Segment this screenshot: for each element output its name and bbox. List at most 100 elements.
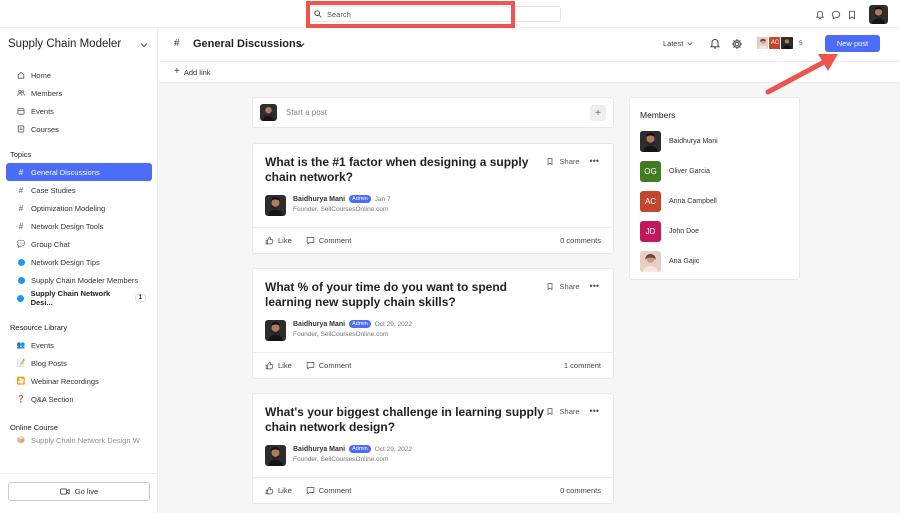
chevron-down-icon[interactable]: [140, 42, 148, 48]
bookmark-icon[interactable]: [847, 10, 857, 20]
sidebar-item-general-discussions[interactable]: # General Discussions: [6, 163, 152, 181]
share-button[interactable]: Share: [560, 407, 580, 416]
sidebar-item-modeler-members[interactable]: Supply Chain Modeler Members: [6, 271, 152, 289]
more-options-icon[interactable]: •••: [590, 281, 599, 291]
sidebar-item-label: Case Studies: [31, 185, 76, 195]
like-label: Like: [278, 361, 292, 370]
add-link-button[interactable]: Add link: [184, 68, 211, 77]
sidebar-item-home[interactable]: Home: [6, 66, 152, 84]
sidebar-item-resource-events[interactable]: 👥 Events: [6, 336, 152, 354]
memo-emoji-icon: 📝: [16, 360, 26, 367]
post-title[interactable]: What is the #1 factor when designing a s…: [265, 155, 550, 185]
author-role: Founder, SellCoursesOnline.com: [293, 331, 389, 338]
bell-icon[interactable]: [815, 10, 825, 20]
avatar: [640, 131, 661, 152]
sidebar-item-webinar-recordings[interactable]: 🎦 Webinar Recordings: [6, 372, 152, 390]
like-button[interactable]: Like: [265, 486, 292, 495]
start-post-composer[interactable]: Start a post +: [252, 97, 614, 128]
sidebar-main-nav: Home Members Events Courses: [0, 66, 158, 138]
chevron-down-icon[interactable]: [297, 42, 305, 48]
member-row[interactable]: Baidhurya Mani: [640, 131, 718, 152]
chat-icon[interactable]: [831, 10, 841, 20]
sidebar-item-network-design-tools[interactable]: # Network Design Tools: [6, 217, 152, 235]
avatar[interactable]: [265, 195, 286, 216]
comment-count[interactable]: 1 comment: [564, 361, 601, 370]
comment-button[interactable]: Comment: [306, 236, 351, 245]
member-row[interactable]: AC Anna Campbell: [640, 191, 717, 212]
like-button[interactable]: Like: [265, 361, 292, 370]
bookmark-icon[interactable]: [546, 407, 554, 416]
sidebar-item-members[interactable]: Members: [6, 84, 152, 102]
avatar[interactable]: [265, 320, 286, 341]
sidebar-item-online-course[interactable]: 📦 Supply Chain Network Design W: [6, 436, 152, 448]
hash-icon: #: [18, 185, 24, 195]
question-mark-icon: ❓: [16, 396, 26, 403]
speech-bubble-icon: 💬: [16, 241, 26, 248]
author-role: Founder, SellCoursesOnline.com: [293, 206, 389, 213]
gear-icon[interactable]: [731, 38, 743, 50]
sidebar-item-label: Group Chat: [31, 239, 70, 249]
post-card[interactable]: What is the #1 factor when designing a s…: [252, 143, 614, 254]
admin-badge: Admin: [349, 445, 371, 453]
member-row[interactable]: JD John Doe: [640, 221, 699, 242]
post-title[interactable]: What % of your time do you want to spend…: [265, 280, 550, 310]
bookmark-icon[interactable]: [546, 282, 554, 291]
user-avatar[interactable]: [869, 5, 888, 24]
thumbs-up-icon: [265, 486, 274, 495]
author-name[interactable]: Baidhurya Mani: [293, 196, 345, 203]
calendar-icon: [17, 107, 25, 115]
sidebar-item-case-studies[interactable]: # Case Studies: [6, 181, 152, 199]
share-button[interactable]: Share: [560, 282, 580, 291]
sidebar-item-group-chat[interactable]: 💬 Group Chat: [6, 235, 152, 253]
online-course-heading: Online Course: [10, 422, 58, 432]
post-card[interactable]: What % of your time do you want to spend…: [252, 268, 614, 379]
thumbs-up-icon: [265, 236, 274, 245]
comment-count[interactable]: 0 comments: [560, 486, 601, 495]
sidebar-item-courses[interactable]: Courses: [6, 120, 152, 138]
blue-dot-icon: [17, 276, 25, 284]
go-live-button[interactable]: Go live: [8, 482, 150, 501]
plus-icon[interactable]: +: [174, 67, 180, 77]
comment-icon: [306, 237, 314, 245]
sidebar-item-qa-section[interactable]: ❓ Q&A Section: [6, 390, 152, 408]
add-post-plus-button[interactable]: +: [590, 105, 606, 121]
sidebar-online-course: Online Course 📦 Supply Chain Network Des…: [0, 418, 158, 448]
sidebar-item-label: Events: [31, 340, 54, 350]
author-name[interactable]: Baidhurya Mani: [293, 446, 345, 453]
sidebar-item-network-design-course[interactable]: Supply Chain Network Desi... 1: [6, 289, 152, 307]
sidebar-item-label: Network Design Tips: [31, 257, 100, 267]
sidebar-item-blog-posts[interactable]: 📝 Blog Posts: [6, 354, 152, 372]
notification-bell-icon[interactable]: [709, 38, 721, 50]
sidebar-item-events[interactable]: Events: [6, 102, 152, 120]
hash-icon: #: [18, 221, 24, 231]
comment-label: Comment: [318, 361, 352, 370]
more-options-icon[interactable]: •••: [590, 156, 599, 166]
course-emoji-icon: 📦: [16, 437, 26, 444]
post-title[interactable]: What's your biggest challenge in learnin…: [265, 405, 550, 435]
member-row[interactable]: OG Oliver Garcia: [640, 161, 710, 182]
avatar: AC: [640, 191, 661, 212]
comment-count[interactable]: 0 comments: [560, 236, 601, 245]
avatar: [640, 251, 661, 272]
author-name[interactable]: Baidhurya Mani: [293, 321, 345, 328]
sidebar-item-optimization-modeling[interactable]: # Optimization Modeling: [6, 199, 152, 217]
post-card[interactable]: What's your biggest challenge in learnin…: [252, 393, 614, 504]
start-post-placeholder: Start a post: [286, 108, 327, 117]
feed-area: Start a post + What is the #1 factor whe…: [159, 83, 900, 513]
comment-button[interactable]: Comment: [306, 486, 351, 495]
video-camera-icon: [59, 488, 70, 495]
member-name: Ana Gajic: [669, 258, 700, 265]
like-button[interactable]: Like: [265, 236, 292, 245]
sort-dropdown[interactable]: Latest: [663, 39, 693, 48]
people-emoji-icon: 👥: [16, 342, 26, 349]
comment-button[interactable]: Comment: [306, 361, 352, 370]
share-button[interactable]: Share: [560, 157, 580, 166]
page-title[interactable]: General Discussions: [193, 38, 302, 50]
member-row[interactable]: Ana Gajic: [640, 251, 699, 272]
members-panel: Members Baidhurya Mani OG Oliver Garcia …: [629, 97, 800, 280]
avatar[interactable]: [265, 445, 286, 466]
bookmark-icon[interactable]: [546, 157, 554, 166]
more-options-icon[interactable]: •••: [590, 406, 599, 416]
community-name[interactable]: Supply Chain Modeler: [8, 38, 121, 50]
sidebar-item-network-design-tips[interactable]: Network Design Tips: [6, 253, 152, 271]
